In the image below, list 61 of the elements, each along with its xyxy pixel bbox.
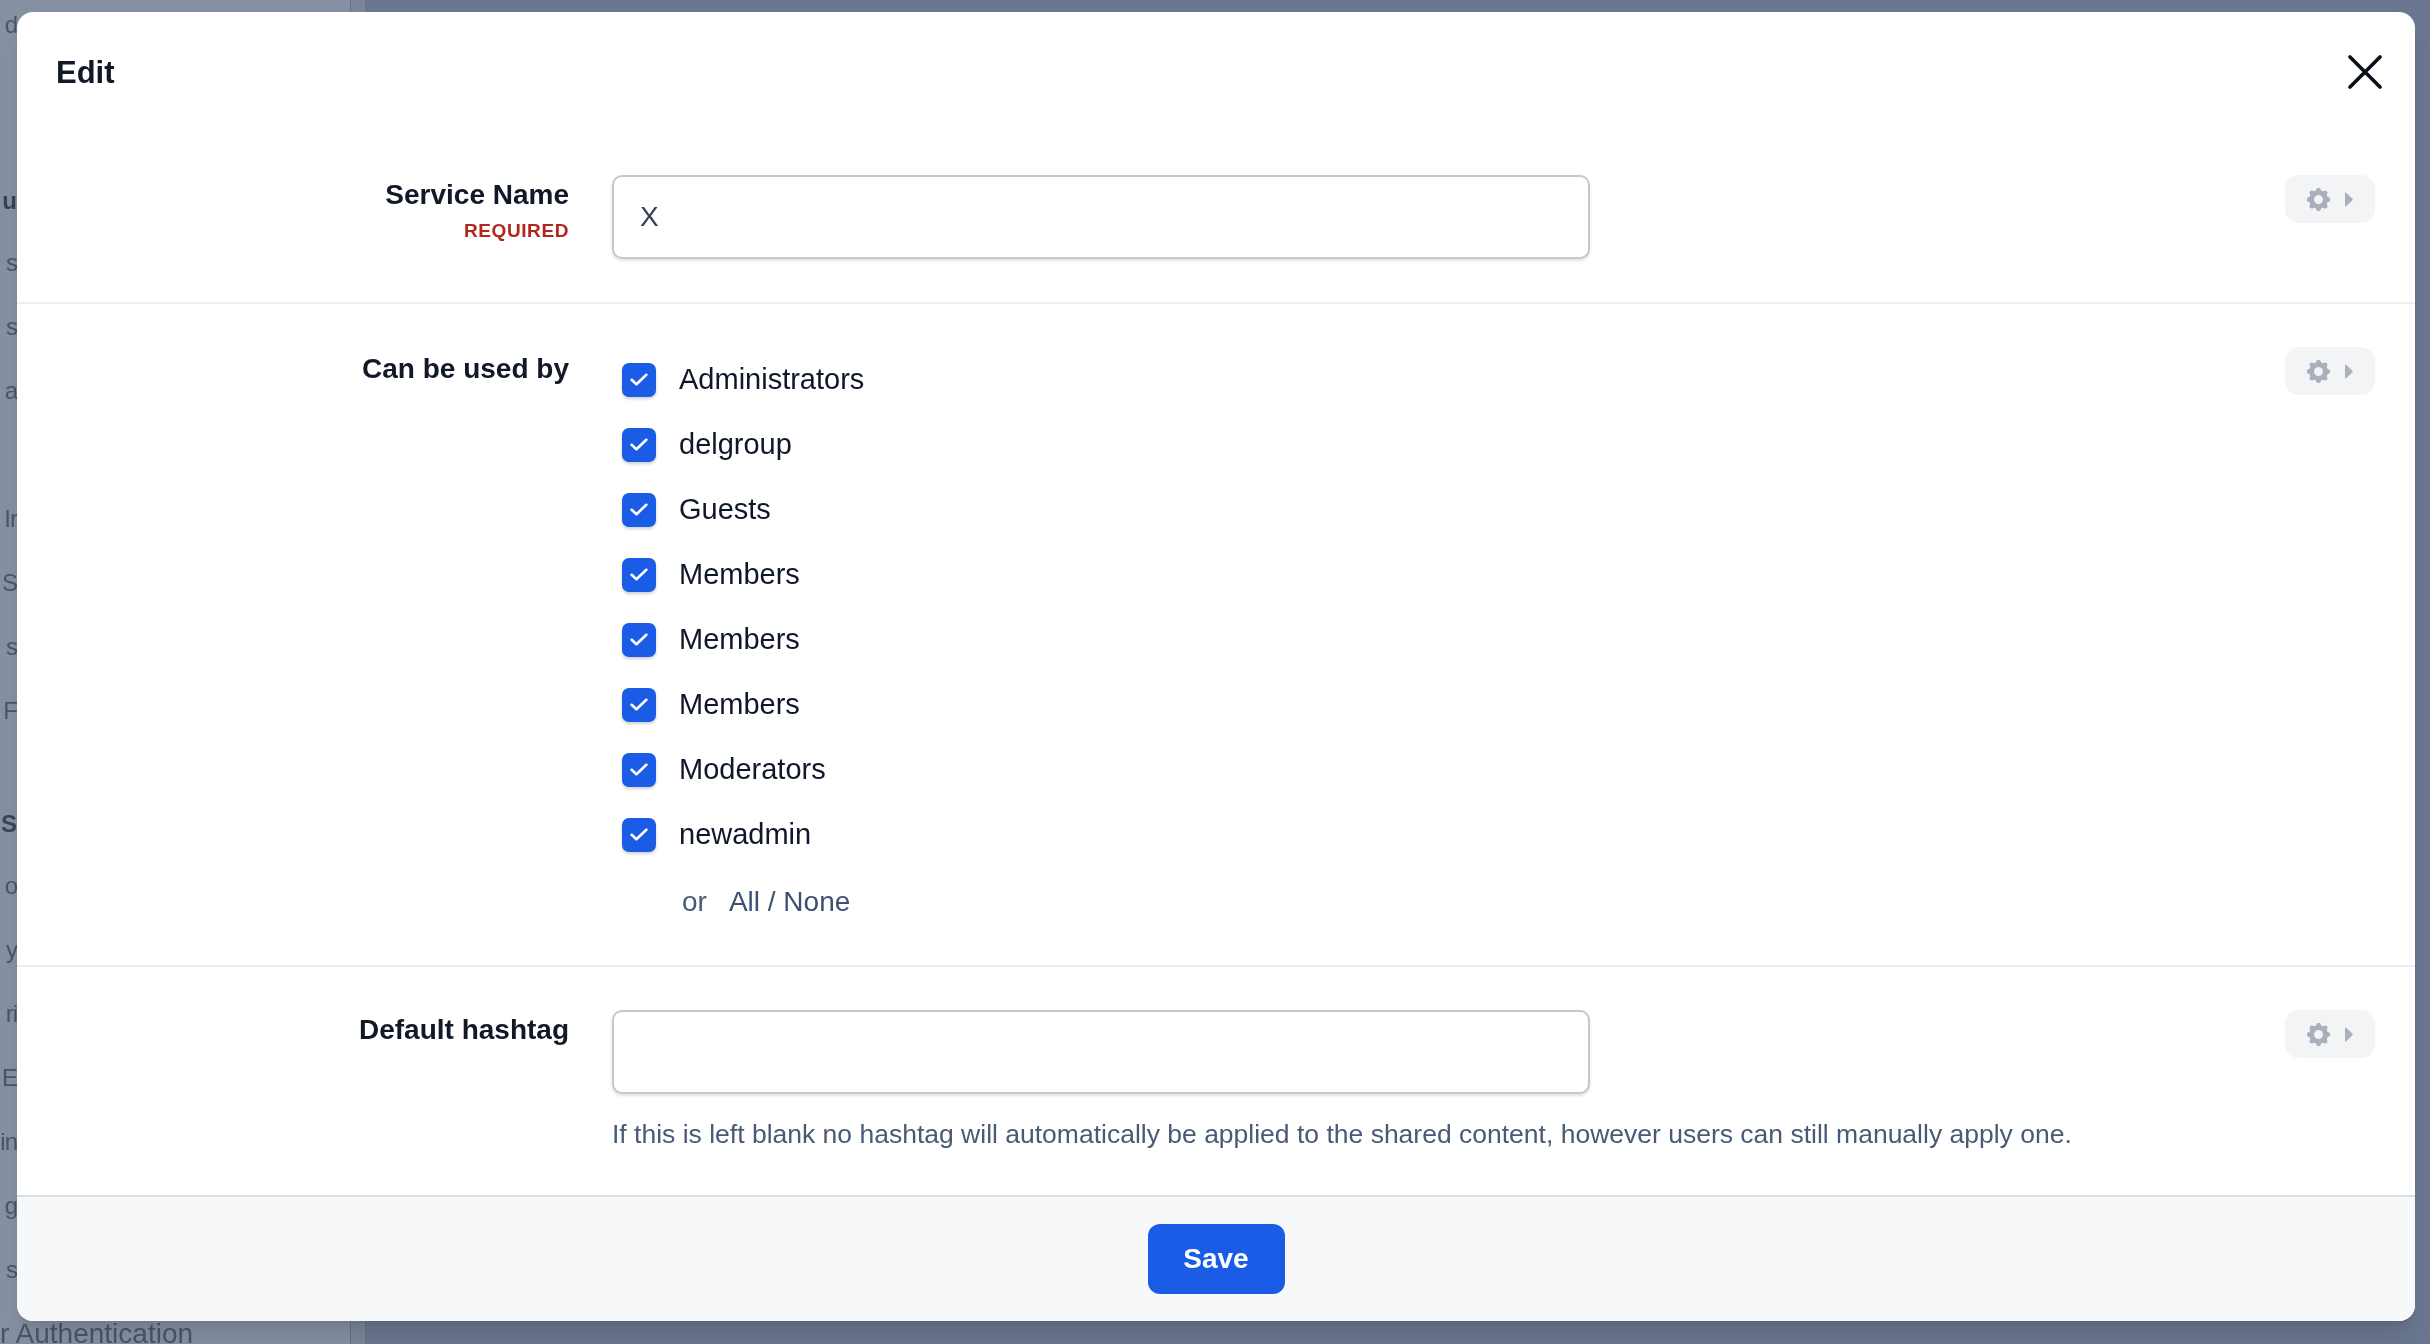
field-label: Default hashtag <box>358 1014 569 1046</box>
sidebar-item[interactable]: r Authentication <box>0 1320 194 1344</box>
sidebar-item[interactable]: s <box>6 1258 17 1282</box>
sidebar-item[interactable]: F <box>3 699 17 723</box>
checkmark-icon <box>630 373 648 386</box>
checkbox-label: Members <box>679 560 800 589</box>
sidebar-item[interactable]: y <box>6 938 17 962</box>
checkbox-label: Guests <box>679 495 771 524</box>
checkbox[interactable] <box>622 557 656 592</box>
sidebar-heading: u <box>2 188 17 213</box>
checkmark-icon <box>630 698 648 711</box>
checkbox-label: Members <box>679 625 800 654</box>
help-text: If this is left blank no hashtag will automatically be applied to the shared content, however users can still manually apply one. <box>612 1118 2072 1150</box>
sidebar-item[interactable]: g <box>4 1194 17 1218</box>
select-all-none-link[interactable]: All / None <box>728 881 851 923</box>
checkbox[interactable] <box>622 752 656 787</box>
field-label: Can be used by <box>362 353 569 385</box>
settings-icon <box>2307 1022 2330 1046</box>
or-text: or <box>682 885 707 919</box>
caret-right-icon <box>2344 191 2353 207</box>
checkbox[interactable] <box>622 622 656 657</box>
sidebar-item[interactable]: d <box>4 13 17 37</box>
sidebar-item[interactable]: s <box>6 251 17 275</box>
checkmark-icon <box>630 503 648 516</box>
sidebar-heading: S <box>1 811 17 836</box>
sidebar-item[interactable]: in <box>0 1130 17 1154</box>
checkmark-icon <box>630 568 648 581</box>
checkbox[interactable] <box>622 362 656 397</box>
sidebar-item[interactable]: a <box>4 379 17 403</box>
checkbox-label: Members <box>679 690 800 719</box>
checkbox-label: Moderators <box>679 755 826 784</box>
field-label: Service Name <box>385 179 569 211</box>
settings-icon <box>2307 359 2330 383</box>
checkbox-label: newadmin <box>679 820 812 849</box>
checkmark-icon <box>630 633 648 646</box>
close-icon <box>2348 55 2382 89</box>
close-button[interactable] <box>2346 53 2384 91</box>
text-input[interactable]: X <box>612 175 1590 259</box>
checkmark-icon <box>630 828 648 841</box>
sidebar-item[interactable]: s <box>6 315 17 339</box>
checkmark-icon <box>630 763 648 776</box>
sidebar-item[interactable]: S <box>2 571 17 595</box>
checkbox[interactable] <box>622 427 656 462</box>
caret-right-icon <box>2344 1026 2353 1042</box>
checkbox[interactable] <box>622 492 656 527</box>
checkmark-icon <box>630 438 648 451</box>
checkbox-label: Administrators <box>679 365 865 394</box>
sidebar-item[interactable]: o <box>4 874 17 898</box>
required-label: REQUIRED <box>463 220 569 242</box>
sidebar-item[interactable]: Ir <box>4 507 17 531</box>
dialog-title: Edit <box>56 56 115 88</box>
checkbox[interactable] <box>622 817 656 852</box>
checkbox[interactable] <box>622 687 656 722</box>
sidebar-item[interactable]: s <box>6 635 17 659</box>
text-input[interactable] <box>612 1010 1590 1094</box>
sidebar-item[interactable]: E <box>2 1066 17 1090</box>
settings-icon <box>2307 187 2330 211</box>
sidebar-item[interactable]: ri <box>5 1002 17 1026</box>
caret-right-icon <box>2344 363 2353 379</box>
checkbox-label: delgroup <box>679 430 792 459</box>
save-button[interactable]: Save <box>1147 1224 1285 1294</box>
